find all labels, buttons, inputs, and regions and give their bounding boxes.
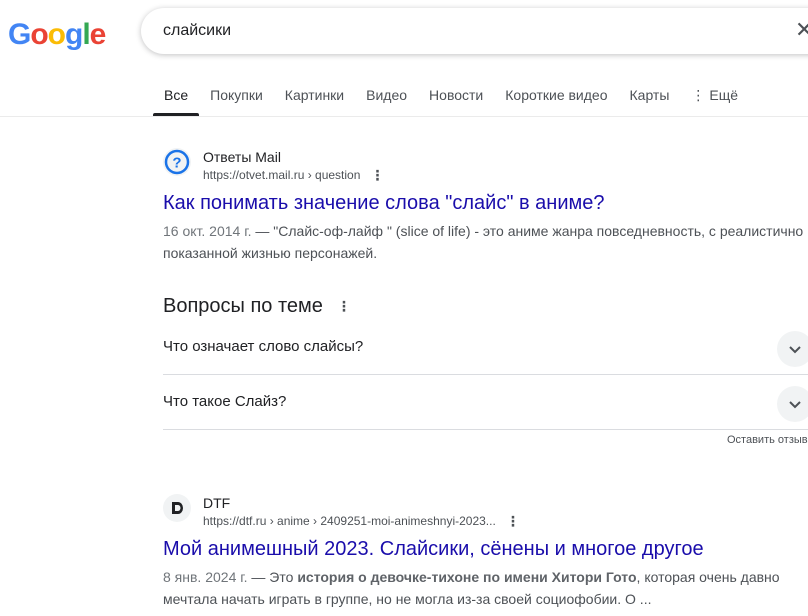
question-text: Что означает слово слайсы?	[163, 338, 364, 355]
result-site-row[interactable]: ? Ответы Mail https://otvet.mail.ru › qu…	[163, 148, 808, 184]
chevron-down-icon[interactable]	[777, 386, 808, 422]
result-title[interactable]: Как понимать значение слова "слайс" в ан…	[163, 190, 808, 216]
tabs-divider	[0, 116, 808, 117]
tab-more[interactable]: ⋮ Ещё	[680, 86, 749, 116]
tab-images[interactable]: Картинки	[274, 86, 355, 116]
result-snippet-pre: — Это	[247, 569, 298, 585]
result-title[interactable]: Мой анимешный 2023. Слайсики, сёнены и м…	[163, 536, 808, 562]
question-icon: ?	[163, 148, 191, 176]
result-snippet-highlight: история о девочке-тихоне по имени Хитори…	[297, 569, 637, 585]
tab-videos[interactable]: Видео	[355, 86, 418, 116]
question-item[interactable]: Что такое Слайз?	[163, 375, 808, 430]
logo-letter: o	[30, 18, 48, 51]
dtf-logo-icon	[163, 494, 191, 522]
tab-news[interactable]: Новости	[418, 86, 494, 116]
related-questions-header: Вопросы по теме ⋮	[163, 292, 808, 320]
result-snippet: 16 окт. 2014 г. — "Слайс-оф-лайф " (slic…	[163, 220, 808, 264]
logo-letter: e	[89, 18, 107, 51]
result-url: https://dtf.ru › anime › 2409251-moi-ani…	[203, 514, 496, 528]
logo-letter: G	[8, 18, 31, 51]
result-date: 16 окт. 2014 г.	[163, 223, 252, 239]
question-item[interactable]: Что означает слово слайсы?	[163, 320, 808, 375]
logo-letter: g	[65, 18, 83, 51]
search-tabs: Все Покупки Картинки Видео Новости Корот…	[153, 86, 749, 116]
result-snippet-text: — "Слайс-оф-лайф " (slice of life) - это…	[163, 223, 804, 261]
more-vert-icon[interactable]: ⋮	[370, 167, 384, 184]
more-vert-icon[interactable]: ⋮	[337, 298, 351, 315]
related-questions: Вопросы по теме ⋮ Что означает слово сла…	[163, 292, 808, 430]
question-text: Что такое Слайз?	[163, 393, 287, 410]
result-site-row[interactable]: DTF https://dtf.ru › anime › 2409251-moi…	[163, 494, 808, 530]
tab-all[interactable]: Все	[153, 86, 200, 116]
more-vert-icon: ⋮	[691, 87, 706, 103]
logo-letter: o	[47, 18, 66, 51]
tab-shopping[interactable]: Покупки	[199, 86, 274, 116]
feedback-link[interactable]: Оставить отзыв	[727, 434, 808, 446]
tab-short-videos[interactable]: Короткие видео	[494, 86, 618, 116]
search-result: ? Ответы Mail https://otvet.mail.ru › qu…	[163, 148, 808, 264]
search-result: DTF https://dtf.ru › anime › 2409251-moi…	[163, 494, 808, 610]
result-site-name: Ответы Mail	[203, 149, 281, 165]
tab-maps[interactable]: Карты	[619, 86, 681, 116]
search-input[interactable]: слайсики	[163, 22, 231, 40]
result-site-name: DTF	[203, 495, 231, 511]
close-icon[interactable]: ✕	[795, 18, 808, 42]
result-snippet: 8 янв. 2024 г. — Это история о девочке-т…	[163, 566, 808, 610]
search-bar[interactable]: слайсики ✕	[141, 8, 808, 54]
chevron-down-icon[interactable]	[777, 331, 808, 367]
tab-more-label: Ещё	[709, 87, 739, 103]
result-url: https://otvet.mail.ru › question	[203, 168, 361, 182]
logo-letter: l	[82, 18, 90, 51]
svg-text:?: ?	[172, 155, 181, 172]
more-vert-icon[interactable]: ⋮	[506, 513, 520, 530]
related-questions-title: Вопросы по теме	[163, 294, 323, 317]
google-logo[interactable]: Google	[8, 18, 107, 52]
result-date: 8 янв. 2024 г.	[163, 569, 248, 585]
